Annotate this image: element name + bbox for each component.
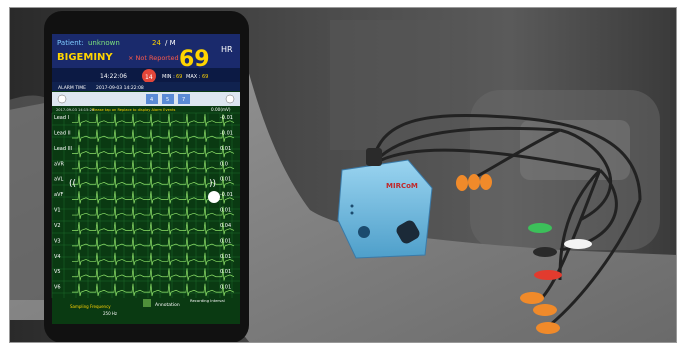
image-border bbox=[9, 7, 677, 343]
photo-scene: Patient: unknown 24 / M HR BIGEMINY × No… bbox=[0, 0, 687, 350]
